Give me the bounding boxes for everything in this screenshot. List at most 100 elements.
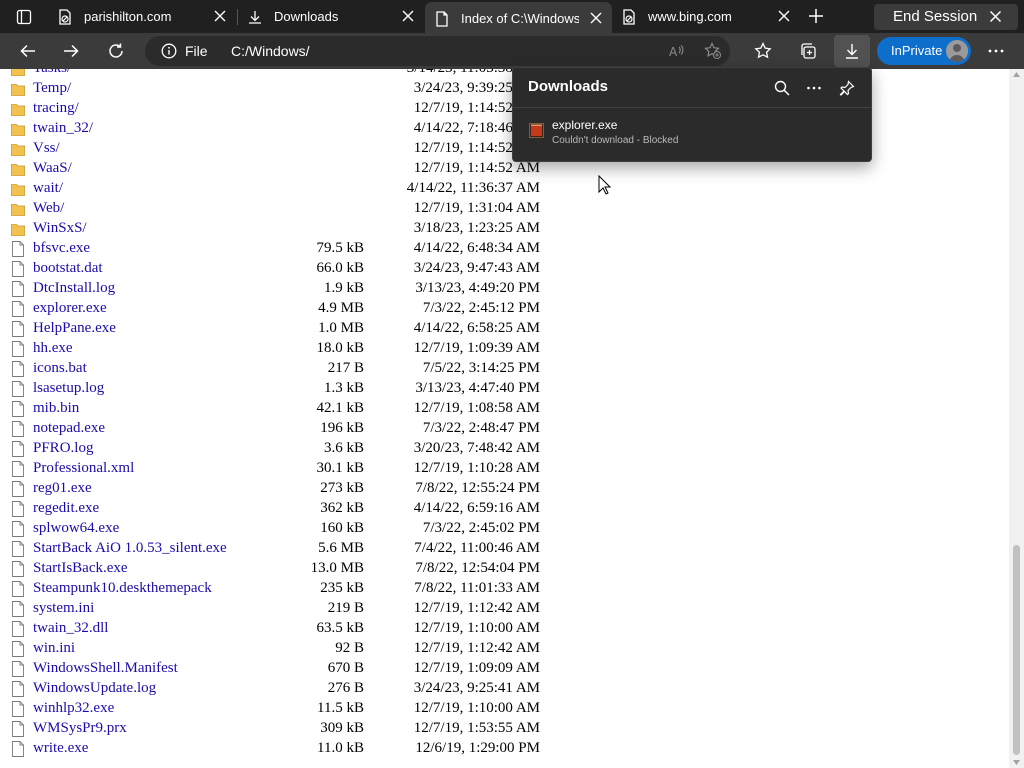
file-name-link[interactable]: lsasetup.log: [33, 380, 104, 397]
file-name-link[interactable]: Temp/: [33, 80, 71, 97]
download-item[interactable]: explorer.exe Couldn't download - Blocked: [513, 108, 871, 162]
file-icon: [12, 421, 24, 437]
file-icon: [12, 541, 24, 557]
file-name-link[interactable]: WindowsShell.Manifest: [33, 660, 178, 677]
file-icon: [12, 301, 24, 317]
add-favorite-icon[interactable]: [704, 42, 722, 60]
file-name-link[interactable]: explorer.exe: [33, 300, 107, 317]
close-tab-icon[interactable]: [401, 9, 415, 23]
file-name-link[interactable]: bfsvc.exe: [33, 240, 90, 257]
file-name-link[interactable]: HelpPane.exe: [33, 320, 116, 337]
file-date: 7/5/22, 3:14:25 PM: [422, 360, 540, 376]
file-name-link[interactable]: reg01.exe: [33, 480, 92, 497]
search-downloads-button[interactable]: [770, 76, 794, 100]
table-row: explorer.exe 4.9 MB 7/3/22, 2:45:12 PM: [0, 299, 560, 319]
table-row: WinSxS/3/18/23, 1:23:25 AM: [0, 219, 560, 239]
downloads-more-button[interactable]: [802, 76, 826, 100]
refresh-button[interactable]: [104, 39, 128, 63]
file-name-link[interactable]: regedit.exe: [33, 500, 99, 517]
file-name-link[interactable]: DtcInstall.log: [33, 280, 115, 297]
table-row: WMSysPr9.prx 309 kB 12/7/19, 1:53:55 AM: [0, 719, 560, 739]
url-text[interactable]: C:/Windows/: [231, 43, 310, 59]
file-name-link[interactable]: system.ini: [33, 600, 94, 617]
file-name-link[interactable]: notepad.exe: [33, 420, 105, 437]
file-icon: [12, 701, 24, 717]
tab-index-windows[interactable]: Index of C:\Windows\: [425, 2, 612, 33]
file-name-link[interactable]: write.exe: [33, 740, 88, 757]
file-name-link[interactable]: winhlp32.exe: [33, 700, 114, 717]
tab-actions-icon: [16, 9, 32, 25]
file-name-link[interactable]: win.ini: [33, 640, 75, 657]
address-bar[interactable]: File C:/Windows/ A: [145, 36, 730, 66]
file-size: 92 B: [335, 640, 364, 656]
settings-menu-button[interactable]: [984, 39, 1008, 63]
info-icon[interactable]: [161, 43, 177, 59]
close-tab-icon[interactable]: [777, 9, 791, 23]
table-row: Vss/12/7/19, 1:14:52 AM: [0, 139, 560, 159]
file-name-link[interactable]: wait/: [33, 180, 63, 197]
file-name-link[interactable]: Tasks/: [33, 69, 71, 77]
scrollbar-thumb[interactable]: [1013, 545, 1020, 755]
back-button[interactable]: [16, 39, 40, 63]
download-file-name[interactable]: explorer.exe: [552, 118, 617, 132]
file-name-link[interactable]: twain_32/: [33, 120, 93, 137]
file-name-link[interactable]: tracing/: [33, 100, 79, 117]
file-name-link[interactable]: splwow64.exe: [33, 520, 119, 537]
favorites-button[interactable]: [751, 39, 775, 63]
scroll-up-icon[interactable]: [1013, 72, 1020, 77]
file-name-link[interactable]: Web/: [33, 200, 64, 217]
svg-text:A: A: [669, 45, 678, 59]
file-name-link[interactable]: StartIsBack.exe: [33, 560, 128, 577]
inprivate-button[interactable]: InPrivate: [877, 37, 971, 65]
file-date: 4/14/22, 11:36:37 AM: [406, 180, 540, 196]
downloads-flyout: Downloads explorer.exe Couldn't download…: [512, 67, 872, 162]
file-icon: [12, 561, 24, 577]
new-tab-icon[interactable]: [806, 6, 826, 26]
end-session-button[interactable]: End Session: [874, 4, 1018, 30]
folder-icon: [11, 164, 25, 176]
table-row: tracing/12/7/19, 1:14:52 AM: [0, 99, 560, 119]
file-name-link[interactable]: hh.exe: [33, 340, 73, 357]
forward-button[interactable]: [59, 39, 83, 63]
vertical-scrollbar[interactable]: [1009, 69, 1024, 768]
downloads-button[interactable]: [834, 35, 870, 67]
scroll-down-icon[interactable]: [1013, 760, 1020, 765]
table-row: winhlp32.exe 11.5 kB 12/7/19, 1:10:00 AM: [0, 699, 560, 719]
file-name-link[interactable]: Professional.xml: [33, 460, 134, 477]
file-name-link[interactable]: StartBack AiO 1.0.53_silent.exe: [33, 540, 227, 557]
file-name-link[interactable]: icons.bat: [33, 360, 87, 377]
document-icon: [436, 11, 448, 27]
file-size: 5.6 MB: [318, 540, 364, 556]
file-name-link[interactable]: twain_32.dll: [33, 620, 108, 637]
tab-actions-button[interactable]: [0, 0, 47, 33]
file-name-link[interactable]: WMSysPr9.prx: [33, 720, 127, 737]
file-size: 1.9 kB: [323, 280, 364, 296]
file-name-link[interactable]: Steampunk10.deskthemepack: [33, 580, 212, 597]
file-size: 235 kB: [320, 580, 364, 596]
file-name-link[interactable]: WindowsUpdate.log: [33, 680, 156, 697]
file-date: 7/8/22, 12:54:04 PM: [415, 560, 540, 576]
close-tab-icon[interactable]: [589, 11, 603, 25]
file-size: 11.0 kB: [317, 740, 364, 756]
table-row: PFRO.log 3.6 kB 3/20/23, 7:48:42 AM: [0, 439, 560, 459]
close-tab-icon[interactable]: [213, 9, 227, 23]
collections-button[interactable]: [796, 39, 820, 63]
tab-parishilton[interactable]: parishilton.com: [48, 0, 236, 33]
download-icon: [846, 44, 858, 59]
file-name-link[interactable]: PFRO.log: [33, 440, 93, 457]
blocked-page-icon: [59, 9, 71, 25]
file-size: 63.5 kB: [316, 620, 364, 636]
tab-downloads[interactable]: Downloads: [238, 0, 424, 33]
folder-icon: [11, 124, 25, 136]
file-icon: [12, 461, 24, 477]
pin-downloads-button[interactable]: [835, 76, 859, 100]
file-name-link[interactable]: bootstat.dat: [33, 260, 103, 277]
file-name-link[interactable]: Vss/: [33, 140, 60, 157]
tab-bing[interactable]: www.bing.com: [612, 0, 800, 33]
file-size: 309 kB: [320, 720, 364, 736]
file-name-link[interactable]: WaaS/: [33, 160, 72, 177]
file-name-link[interactable]: mib.bin: [33, 400, 79, 417]
tab-title: parishilton.com: [84, 9, 172, 24]
read-aloud-icon[interactable]: A: [668, 42, 686, 60]
file-name-link[interactable]: WinSxS/: [33, 220, 87, 237]
